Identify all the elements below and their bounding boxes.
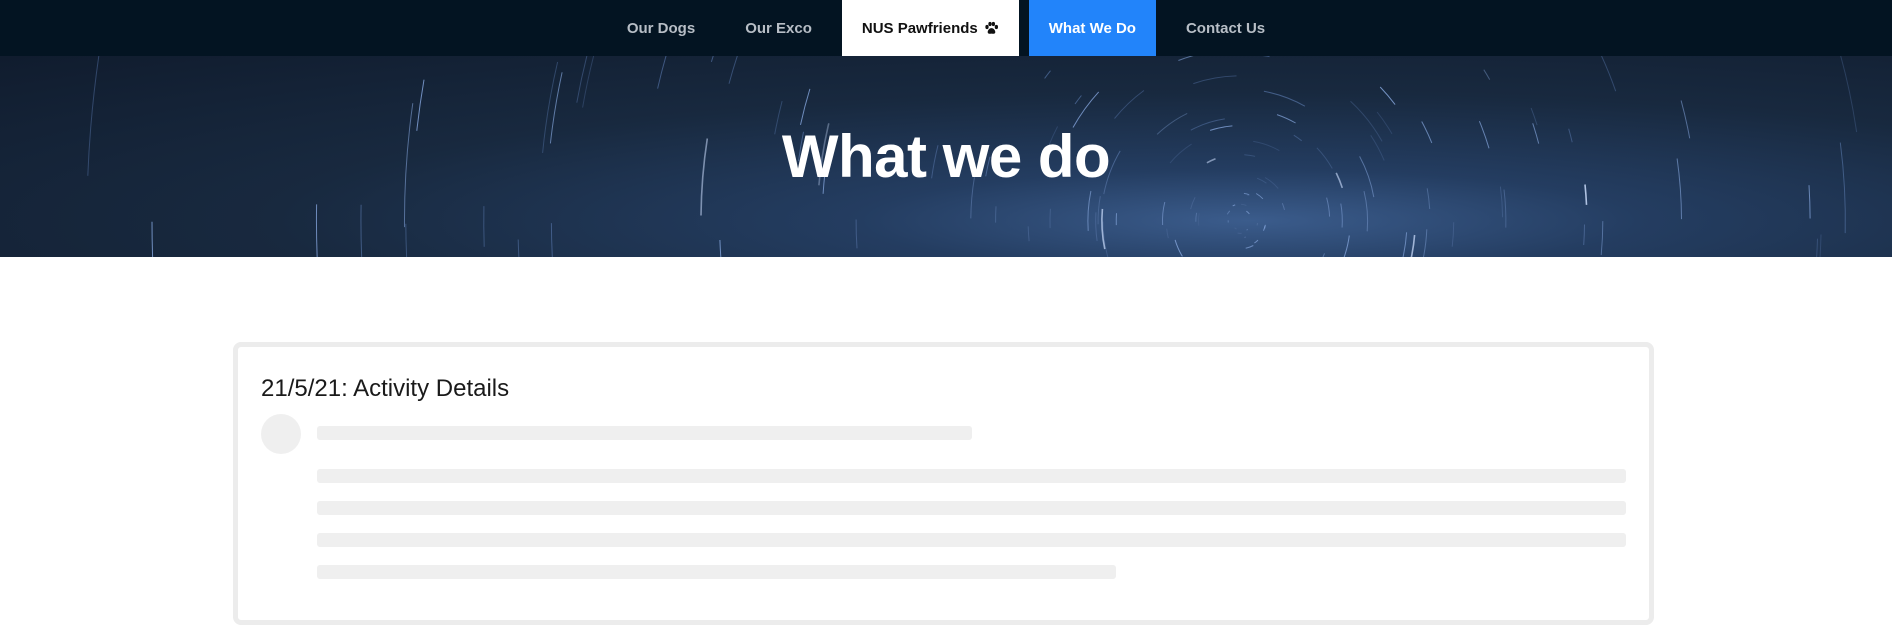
nav-item-what-we-do[interactable]: What We Do — [1028, 0, 1156, 56]
brand-label: NUS Pawfriends — [861, 19, 978, 37]
nav-item-contact-us[interactable]: Contact Us — [1166, 0, 1285, 56]
page-title: What we do — [781, 123, 1111, 190]
loading-placeholder-line — [317, 533, 1626, 547]
loading-placeholder-line — [317, 469, 1626, 483]
top-navbar: Our Dogs Our Exco NUS Pawfriends What We… — [0, 0, 1892, 56]
loading-placeholder-line — [317, 501, 1626, 515]
hero-banner: What we do — [0, 56, 1892, 257]
activity-card: 21/5/21: Activity Details — [233, 342, 1654, 625]
activity-card-title: 21/5/21: Activity Details — [261, 375, 510, 402]
nav-item-label: Contact Us — [1185, 19, 1266, 37]
loading-placeholder-line — [317, 565, 1116, 579]
avatar-placeholder — [261, 414, 301, 454]
nav-item-our-dogs[interactable]: Our Dogs — [607, 0, 715, 56]
nav-menu: Our Dogs Our Exco NUS Pawfriends What We… — [602, 0, 1290, 56]
nav-item-our-exco[interactable]: Our Exco — [725, 0, 832, 56]
nav-item-label: Our Exco — [745, 19, 812, 37]
nav-item-label: What We Do — [1048, 19, 1136, 37]
nav-brand-nus-pawfriends[interactable]: NUS Pawfriends — [841, 0, 1019, 56]
nav-item-label: Our Dogs — [626, 19, 696, 37]
paw-icon — [985, 21, 998, 34]
loading-placeholder-line — [317, 426, 972, 440]
